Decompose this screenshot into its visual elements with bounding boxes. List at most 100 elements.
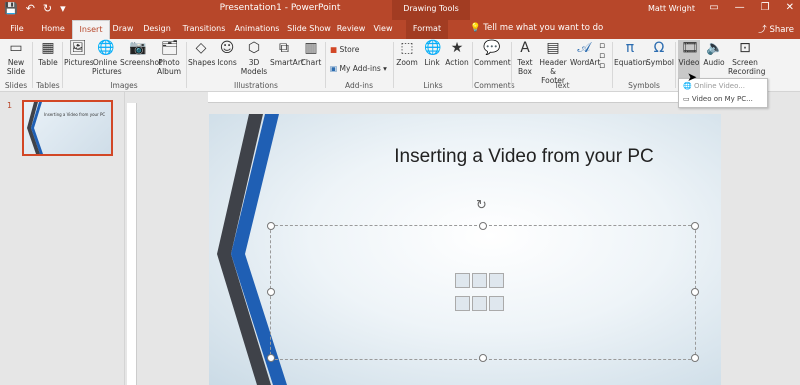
- tell-me-search[interactable]: 💡 Tell me what you want to do: [470, 23, 603, 33]
- group-text-label: Text: [554, 81, 570, 90]
- separator: [511, 42, 512, 88]
- insert-table-icon[interactable]: [455, 273, 470, 288]
- chart-button[interactable]: ▥ Chart: [300, 40, 322, 67]
- smartart-icon: ⧉: [279, 40, 289, 56]
- my-addins-button[interactable]: ▣ My Add-ins ▾: [330, 64, 387, 73]
- resize-handle[interactable]: [479, 354, 487, 362]
- comment-label: Comment: [474, 58, 511, 67]
- table-button[interactable]: ▦ Table: [35, 40, 61, 67]
- tab-format[interactable]: Format: [406, 20, 448, 39]
- text-extra-icons[interactable]: ▫ ▫ ▫: [599, 41, 605, 71]
- placeholder-insert-icons: [454, 271, 516, 311]
- group-addins-label: Add-ins: [345, 81, 373, 90]
- separator: [393, 42, 394, 88]
- wordart-label: WordArt: [570, 58, 601, 67]
- tab-view[interactable]: View: [370, 20, 396, 39]
- tab-animations[interactable]: Animations: [232, 20, 282, 39]
- mouse-pointer-icon: ➤: [687, 70, 698, 84]
- video-on-pc-item[interactable]: ▭ Video on My PC...: [683, 95, 753, 103]
- action-button[interactable]: ★ Action: [445, 40, 469, 67]
- photo-album-label: Photo Album: [156, 58, 182, 76]
- resize-handle[interactable]: [691, 354, 699, 362]
- tab-slide-show[interactable]: Slide Show: [286, 20, 332, 39]
- my-addins-label: My Add-ins: [339, 64, 381, 73]
- tell-me-label: Tell me what you want to do: [483, 23, 604, 33]
- wordart-icon: 𝒜: [577, 40, 591, 56]
- tab-home[interactable]: Home: [38, 20, 68, 39]
- ribbon-tabs: File Home Insert Draw Design Transitions…: [0, 20, 800, 40]
- insert-chart-icon[interactable]: [472, 273, 487, 288]
- user-name[interactable]: Matt Wright: [648, 4, 695, 13]
- slide-number: 1: [7, 101, 13, 110]
- slide[interactable]: Inserting a Video from your PC ↻: [209, 114, 721, 385]
- symbol-label: Symbol: [646, 58, 674, 67]
- separator: [62, 42, 63, 88]
- share-button[interactable]: ⤴ Share: [758, 23, 794, 35]
- photo-album-button[interactable]: 🗂 Photo Album: [156, 40, 182, 76]
- star-icon: ★: [450, 40, 464, 56]
- lightbulb-icon: 💡: [470, 23, 481, 33]
- equation-button[interactable]: π Equation: [614, 40, 647, 67]
- resize-handle[interactable]: [691, 222, 699, 230]
- rotate-handle-icon[interactable]: ↻: [476, 198, 487, 213]
- close-icon[interactable]: ✕: [786, 2, 794, 13]
- window-title: Presentation1 - PowerPoint: [219, 3, 341, 13]
- table-icon: ▦: [41, 40, 55, 56]
- resize-handle[interactable]: [267, 288, 275, 296]
- tab-review[interactable]: Review: [336, 20, 366, 39]
- insert-video-icon[interactable]: [489, 296, 504, 311]
- insert-picture-icon[interactable]: [455, 296, 470, 311]
- resize-handle[interactable]: [479, 222, 487, 230]
- tab-insert[interactable]: Insert: [72, 20, 110, 40]
- audio-button[interactable]: 🔈 Audio: [702, 40, 726, 67]
- title-bar: 💾 ↶ ↻ ▾ Presentation1 - PowerPoint Drawi…: [0, 0, 800, 20]
- store-button[interactable]: ■ Store: [330, 45, 359, 54]
- slide-thumbnail[interactable]: Inserting a Video from your PC: [22, 100, 113, 156]
- zoom-button[interactable]: ⬚ Zoom: [395, 40, 419, 67]
- resize-handle[interactable]: [691, 288, 699, 296]
- new-slide-button[interactable]: ▭ New Slide: [4, 40, 28, 76]
- ribbon-display-icon[interactable]: ▭: [709, 2, 718, 13]
- resize-handle[interactable]: [267, 354, 275, 362]
- share-icon: ⤴: [758, 25, 767, 35]
- slide-title[interactable]: Inserting a Video from your PC: [359, 146, 689, 168]
- smartart-label: SmartArt: [270, 58, 304, 67]
- text-box-button[interactable]: A Text Box: [514, 40, 536, 76]
- icons-button[interactable]: ☺ Icons: [216, 40, 238, 67]
- screenshot-button[interactable]: 📷 Screenshot: [120, 40, 162, 67]
- smartart-button[interactable]: ⧉ SmartArt: [270, 40, 304, 67]
- link-button[interactable]: 🌐 Link: [421, 40, 443, 67]
- share-label: Share: [769, 25, 794, 35]
- insert-online-picture-icon[interactable]: [472, 296, 487, 311]
- resize-handle[interactable]: [267, 222, 275, 230]
- tab-file[interactable]: File: [6, 20, 28, 39]
- table-label: Table: [38, 58, 58, 67]
- tab-design[interactable]: Design: [140, 20, 174, 39]
- comment-button[interactable]: 💬 Comment: [474, 40, 511, 67]
- link-label: Link: [424, 58, 440, 67]
- pi-icon: π: [625, 40, 635, 56]
- store-icon: ■: [330, 45, 338, 54]
- icons-icon: ☺: [219, 40, 235, 56]
- shapes-button[interactable]: ◇ Shapes: [188, 40, 215, 67]
- vertical-ruler[interactable]: [127, 103, 137, 385]
- wordart-button[interactable]: 𝒜 WordArt: [570, 40, 601, 67]
- pictures-button[interactable]: 🖼 Pictures: [64, 40, 94, 67]
- symbol-button[interactable]: Ω Symbol: [646, 40, 674, 67]
- screen-recording-button[interactable]: ⊡ Screen Recording: [728, 40, 766, 76]
- tab-draw[interactable]: Draw: [110, 20, 136, 39]
- group-images-label: Images: [110, 81, 138, 90]
- text-box-label: Text Box: [517, 58, 533, 76]
- online-pictures-label: Online Pictures: [92, 58, 122, 76]
- restore-icon[interactable]: ❐: [761, 2, 770, 13]
- online-pictures-button[interactable]: 🌐 Online Pictures: [92, 40, 122, 76]
- film-icon: 🎞: [681, 40, 699, 56]
- zoom-icon: ⬚: [400, 40, 414, 56]
- tab-transitions[interactable]: Transitions: [180, 20, 228, 39]
- 3d-models-button[interactable]: ⬡ 3D Models: [240, 40, 268, 76]
- horizontal-ruler[interactable]: [208, 92, 728, 103]
- addins-icon: ▣: [330, 64, 338, 73]
- header-footer-button[interactable]: ▤ Header & Footer: [538, 40, 568, 85]
- minimize-icon[interactable]: —: [735, 2, 745, 13]
- insert-smartart-icon[interactable]: [489, 273, 504, 288]
